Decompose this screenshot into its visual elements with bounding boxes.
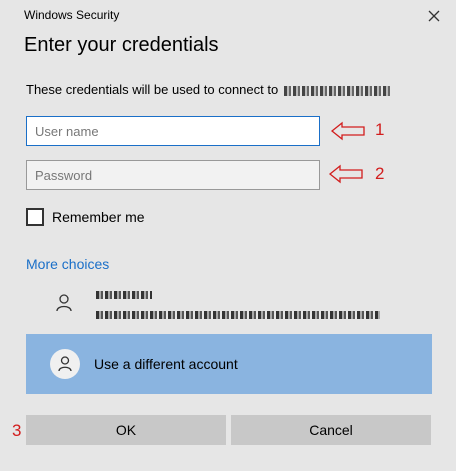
annotation-arrow-1 <box>330 121 365 141</box>
remember-me-checkbox[interactable] <box>26 208 44 226</box>
cancel-button[interactable]: Cancel <box>231 415 431 445</box>
remember-me-option[interactable]: Remember me <box>26 208 145 226</box>
dialog-heading: Enter your credentials <box>24 34 219 56</box>
dialog-subtext: These credentials will be used to connec… <box>26 82 393 97</box>
redacted-account-email <box>96 311 380 319</box>
use-different-account-label: Use a different account <box>94 356 238 372</box>
avatar <box>50 349 80 379</box>
annotation-number-1: 1 <box>375 120 385 139</box>
redacted-account-name <box>96 291 152 299</box>
close-button[interactable] <box>424 6 444 26</box>
annotation-number-3: 3 <box>12 421 22 440</box>
window-title: Windows Security <box>24 8 120 22</box>
redacted-server-address <box>284 85 393 96</box>
person-icon <box>56 294 72 312</box>
close-icon <box>428 10 440 22</box>
remember-me-label: Remember me <box>52 209 145 225</box>
username-input[interactable] <box>26 116 320 146</box>
person-icon <box>58 356 72 372</box>
ok-button[interactable]: OK <box>26 415 226 445</box>
annotation-arrow-2 <box>328 164 363 184</box>
annotation-number-2: 2 <box>375 164 385 183</box>
saved-account-option[interactable] <box>26 282 432 326</box>
use-different-account-option[interactable]: Use a different account <box>26 334 432 394</box>
password-input[interactable] <box>26 160 320 190</box>
more-choices-link[interactable]: More choices <box>26 256 109 272</box>
subtext-label: These credentials will be used to connec… <box>26 82 279 97</box>
